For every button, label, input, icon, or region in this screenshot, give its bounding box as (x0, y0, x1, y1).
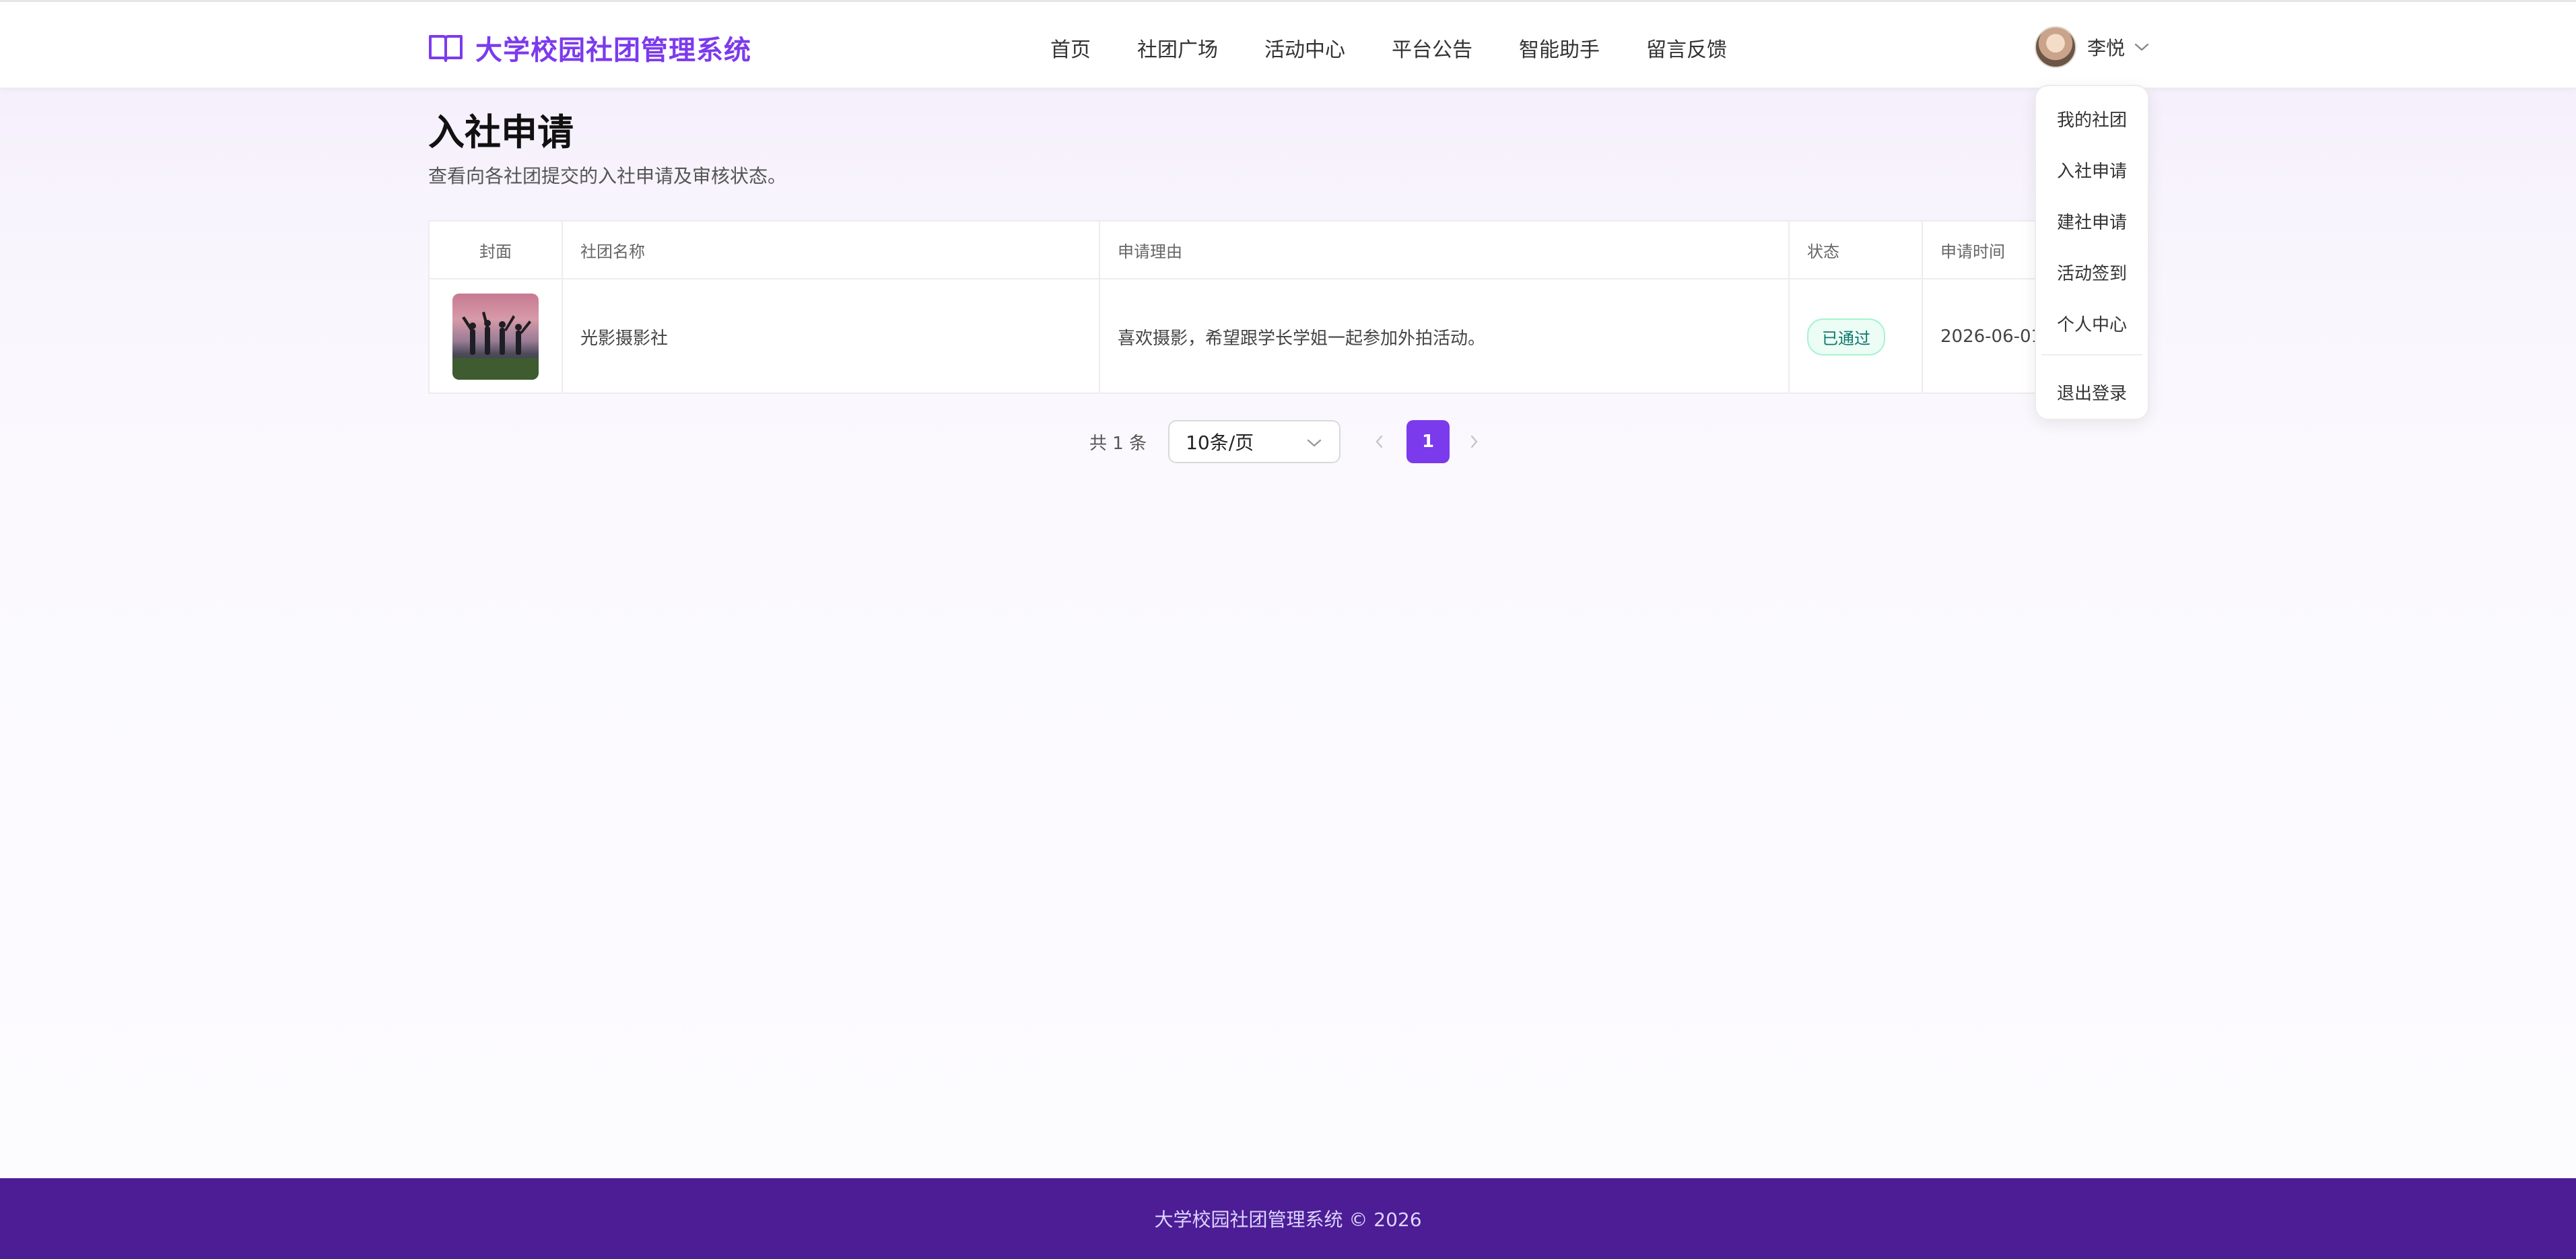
page-description: 查看向各社团提交的入社申请及审核状态。 (428, 165, 787, 187)
user-name: 李悦 (2087, 37, 2126, 59)
table-row[interactable]: 光影摄影社 喜欢摄影，希望跟学长学姐一起参加外拍活动。 已通过 2026-06-… (430, 279, 2146, 394)
top-header: 大学校园社团管理系统 首页 社团广场 活动中心 平台公告 智能助手 留言反馈 李… (0, 0, 2576, 89)
reason-cell: 喜欢摄影，希望跟学长学姐一起参加外拍活动。 (1100, 279, 1790, 394)
menu-item-my-clubs[interactable]: 我的社团 (2036, 106, 2148, 131)
nav-item-announcements[interactable]: 平台公告 (1392, 33, 1472, 63)
applications-table: 封面 社团名称 申请理由 状态 申请时间 光影摄影社 喜欢摄影，希望跟学长学姐一… (428, 220, 2148, 394)
photo-silhouettes (452, 312, 539, 380)
footer-copyright: 大学校园社团管理系统 © 2026 (1154, 1209, 1422, 1231)
logo[interactable]: 大学校园社团管理系统 (428, 29, 751, 67)
book-icon (429, 35, 463, 62)
menu-item-create-club-applications[interactable]: 建社申请 (2036, 209, 2148, 234)
club-name: 光影摄影社 (580, 328, 669, 349)
nav-item-feedback[interactable]: 留言反馈 (1646, 33, 1727, 63)
status-cell: 已通过 (1790, 279, 1923, 394)
menu-item-activity-checkin[interactable]: 活动签到 (2036, 260, 2148, 285)
club-cover-image[interactable] (452, 294, 539, 380)
status-badge: 已通过 (1807, 318, 1885, 355)
menu-divider (2041, 354, 2142, 355)
column-header-reason: 申请理由 (1100, 222, 1790, 278)
nav-item-ai-assistant[interactable]: 智能助手 (1519, 33, 1600, 63)
menu-item-logout[interactable]: 退出登录 (2036, 380, 2148, 405)
avatar[interactable] (2035, 26, 2076, 68)
page-footer: 大学校园社团管理系统 © 2026 (0, 1178, 2576, 1259)
column-header-status: 状态 (1790, 222, 1923, 278)
main-nav: 首页 社团广场 活动中心 平台公告 智能助手 留言反馈 (1050, 29, 1727, 67)
chevron-down-icon (1307, 439, 1322, 447)
page-size-select[interactable]: 10条/页 (1168, 420, 1341, 463)
menu-item-join-applications[interactable]: 入社申请 (2036, 158, 2148, 182)
column-header-club-name: 社团名称 (563, 222, 1100, 278)
cover-cell (430, 279, 563, 394)
club-name-cell: 光影摄影社 (563, 279, 1100, 394)
column-header-cover: 封面 (430, 222, 563, 278)
application-time: 2026-06-01 (1940, 327, 2043, 347)
table-header: 封面 社团名称 申请理由 状态 申请时间 (430, 222, 2146, 279)
nav-item-activity-center[interactable]: 活动中心 (1264, 33, 1345, 63)
user-menu-trigger[interactable]: 李悦 (2035, 26, 2149, 68)
chevron-down-icon (2134, 43, 2149, 51)
chevron-left-icon[interactable] (1373, 434, 1386, 450)
nav-item-home[interactable]: 首页 (1050, 33, 1091, 63)
chevron-right-icon[interactable] (1467, 434, 1481, 450)
page-size-value: 10条/页 (1186, 432, 1254, 454)
app-title: 大学校园社团管理系统 (475, 35, 751, 66)
application-reason: 喜欢摄影，希望跟学长学姐一起参加外拍活动。 (1118, 328, 1486, 349)
nav-item-club-square[interactable]: 社团广场 (1137, 33, 1218, 63)
page-button-current[interactable]: 1 (1406, 420, 1450, 463)
total-count: 共 1 条 (1089, 433, 1147, 454)
user-dropdown-menu: 我的社团 入社申请 建社申请 活动签到 个人中心 退出登录 (2035, 85, 2149, 420)
menu-item-profile[interactable]: 个人中心 (2036, 311, 2148, 336)
pagination: 共 1 条 10条/页 1 (1089, 420, 1481, 463)
page-title: 入社申请 (428, 111, 574, 154)
